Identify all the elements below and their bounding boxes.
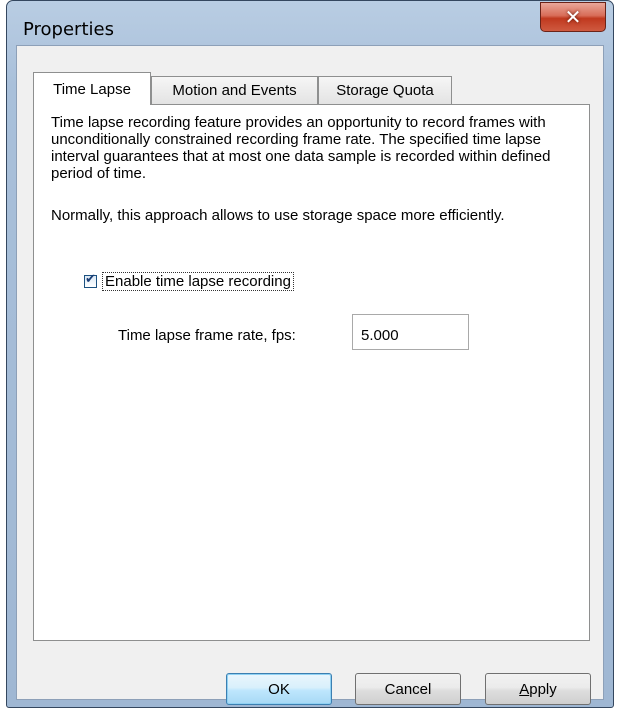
apply-mnemonic: A [519, 680, 530, 698]
tab-time-lapse[interactable]: Time Lapse [33, 72, 151, 105]
frame-rate-label: Time lapse frame rate, fps: [118, 327, 296, 344]
note-text: Normally, this approach allows to use st… [51, 207, 505, 224]
ok-button-label: OK [268, 680, 290, 698]
tab-motion-and-events[interactable]: Motion and Events [151, 76, 318, 104]
apply-button-label: Apply [519, 681, 557, 698]
close-icon: ✕ [564, 5, 582, 29]
enable-time-lapse-label[interactable]: Enable time lapse recording [102, 271, 294, 291]
close-button[interactable]: ✕ [540, 2, 606, 32]
frame-rate-input[interactable] [352, 314, 469, 350]
apply-button[interactable]: Apply [485, 673, 591, 705]
cancel-button-label: Cancel [384, 680, 432, 698]
time-lapse-panel: Time lapse recording feature provides an… [33, 104, 590, 641]
ok-button[interactable]: OK [226, 673, 332, 705]
enable-time-lapse-row[interactable]: Enable time lapse recording [84, 271, 294, 291]
title-bar[interactable]: Properties ✕ [7, 1, 613, 45]
apply-label-rest: pply [529, 680, 557, 698]
properties-window: Properties ✕ Time Lapse Motion and Event… [6, 0, 614, 708]
window-title: Properties [23, 19, 114, 40]
dialog-client-area: Time Lapse Motion and Events Storage Quo… [16, 45, 604, 705]
description-text: Time lapse recording feature provides an… [51, 114, 551, 182]
cancel-button[interactable]: Cancel [355, 673, 461, 705]
enable-time-lapse-checkbox[interactable] [84, 272, 97, 288]
tab-storage-quota[interactable]: Storage Quota [318, 76, 452, 104]
